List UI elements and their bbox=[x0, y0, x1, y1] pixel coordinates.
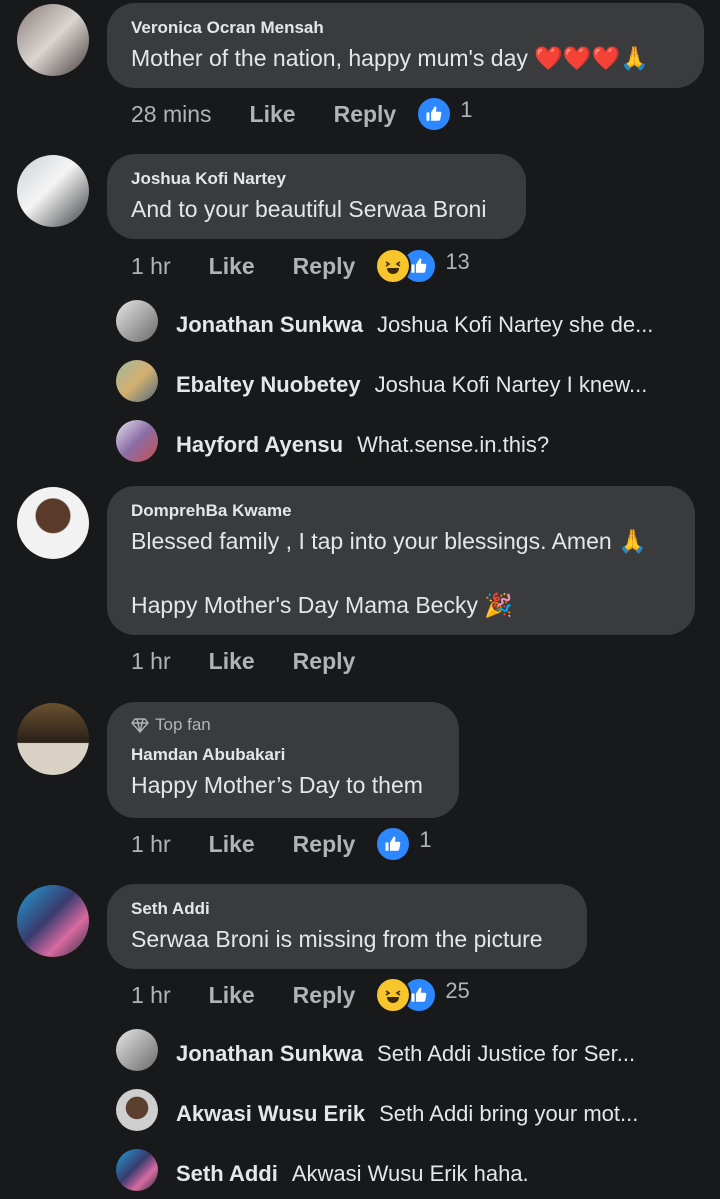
reply-button[interactable]: Reply bbox=[334, 101, 397, 128]
reply-text: Akwasi Wusu Erik haha. bbox=[291, 1161, 529, 1186]
avatar[interactable] bbox=[116, 300, 158, 342]
comment-text: Mother of the nation, happy mum's day ❤️… bbox=[131, 45, 649, 71]
reply-preview[interactable]: Ebaltey Nuobetey Joshua Kofi Nartey I kne… bbox=[0, 360, 720, 410]
comment-actions: 1 hr Like Reply 13 bbox=[131, 248, 470, 284]
like-button[interactable]: Like bbox=[209, 982, 255, 1009]
comment-author[interactable]: DomprehBa Kwame bbox=[131, 500, 671, 522]
comment-text: Happy Mother’s Day to them bbox=[131, 772, 423, 798]
diamond-icon bbox=[131, 718, 149, 733]
reply-button[interactable]: Reply bbox=[293, 648, 356, 675]
comment-author[interactable]: Seth Addi bbox=[131, 898, 563, 920]
comment-bubble[interactable]: Joshua Kofi Nartey And to your beautiful… bbox=[107, 154, 526, 239]
comment-text: Serwaa Broni is missing from the picture bbox=[131, 926, 543, 952]
reaction-count[interactable]: 1 bbox=[419, 827, 431, 853]
comment-author[interactable]: Joshua Kofi Nartey bbox=[131, 168, 502, 190]
comment-actions: 1 hr Like Reply 25 bbox=[131, 977, 470, 1013]
haha-reaction-icon[interactable] bbox=[375, 977, 412, 1013]
avatar[interactable] bbox=[17, 155, 89, 227]
avatar[interactable] bbox=[116, 360, 158, 402]
like-reaction-icon[interactable] bbox=[416, 96, 453, 132]
comment-author[interactable]: Veronica Ocran Mensah bbox=[131, 17, 680, 39]
reply-button[interactable]: Reply bbox=[293, 253, 356, 280]
avatar[interactable] bbox=[116, 1029, 158, 1071]
comment-time[interactable]: 28 mins bbox=[131, 101, 212, 128]
reply-text: Joshua Kofi Nartey she de... bbox=[377, 312, 654, 337]
like-button[interactable]: Like bbox=[209, 648, 255, 675]
avatar[interactable] bbox=[17, 703, 89, 775]
reply-author[interactable]: Ebaltey Nuobetey bbox=[176, 372, 361, 397]
comment-text-line: Blessed family , I tap into your blessin… bbox=[131, 528, 647, 554]
like-button[interactable]: Like bbox=[209, 253, 255, 280]
comment-text: And to your beautiful Serwaa Broni bbox=[131, 196, 487, 222]
reply-author[interactable]: Seth Addi bbox=[176, 1161, 278, 1186]
reply-author[interactable]: Hayford Ayensu bbox=[176, 432, 343, 457]
reply-author[interactable]: Akwasi Wusu Erik bbox=[176, 1101, 365, 1126]
comment-time[interactable]: 1 hr bbox=[131, 982, 171, 1009]
comment-bubble[interactable]: Top fan Hamdan Abubakari Happy Mother’s … bbox=[107, 702, 459, 818]
reply-text: Joshua Kofi Nartey I knew... bbox=[374, 372, 648, 397]
reply-preview[interactable]: Hayford Ayensu What.sense.in.this? bbox=[0, 420, 720, 470]
reply-text: Seth Addi Justice for Ser... bbox=[377, 1041, 636, 1066]
reply-button[interactable]: Reply bbox=[293, 982, 356, 1009]
comment-time[interactable]: 1 hr bbox=[131, 831, 171, 858]
reply-author[interactable]: Jonathan Sunkwa bbox=[176, 312, 363, 337]
comment-actions: 1 hr Like Reply bbox=[131, 648, 375, 675]
comment-bubble[interactable]: Seth Addi Serwaa Broni is missing from t… bbox=[107, 884, 587, 969]
comment-actions: 1 hr Like Reply 1 bbox=[131, 826, 432, 862]
like-button[interactable]: Like bbox=[250, 101, 296, 128]
top-fan-label: Top fan bbox=[155, 715, 211, 734]
reply-text: Seth Addi bring your mot... bbox=[379, 1101, 639, 1126]
avatar[interactable] bbox=[17, 4, 89, 76]
like-reaction-icon[interactable] bbox=[375, 826, 412, 862]
like-button[interactable]: Like bbox=[209, 831, 255, 858]
comment-author[interactable]: Hamdan Abubakari bbox=[131, 744, 435, 766]
avatar[interactable] bbox=[116, 420, 158, 462]
comment-time[interactable]: 1 hr bbox=[131, 253, 171, 280]
reply-preview[interactable]: Jonathan Sunkwa Joshua Kofi Nartey she de… bbox=[0, 300, 720, 350]
reaction-count[interactable]: 1 bbox=[460, 97, 472, 123]
comment-text: Blessed family , I tap into your blessin… bbox=[131, 526, 671, 620]
reply-button[interactable]: Reply bbox=[293, 831, 356, 858]
top-fan-badge: Top fan bbox=[131, 714, 435, 736]
comment-text-line: Happy Mother's Day Mama Becky 🎉 bbox=[131, 592, 513, 618]
reply-preview[interactable]: Akwasi Wusu Erik Seth Addi bring your mot… bbox=[0, 1089, 720, 1139]
comment-time[interactable]: 1 hr bbox=[131, 648, 171, 675]
reaction-count[interactable]: 13 bbox=[445, 249, 469, 275]
reply-text: What.sense.in.this? bbox=[357, 432, 550, 457]
comment-actions: 28 mins Like Reply 1 bbox=[131, 96, 472, 132]
reply-preview[interactable]: Seth Addi Akwasi Wusu Erik haha. bbox=[0, 1149, 720, 1199]
comment-bubble[interactable]: Veronica Ocran Mensah Mother of the nati… bbox=[107, 3, 704, 88]
reply-author[interactable]: Jonathan Sunkwa bbox=[176, 1041, 363, 1066]
avatar[interactable] bbox=[17, 885, 89, 957]
avatar[interactable] bbox=[116, 1149, 158, 1191]
haha-reaction-icon[interactable] bbox=[375, 248, 412, 284]
reply-preview[interactable]: Jonathan Sunkwa Seth Addi Justice for Ser… bbox=[0, 1029, 720, 1079]
comment-bubble[interactable]: DomprehBa Kwame Blessed family , I tap i… bbox=[107, 486, 695, 635]
avatar[interactable] bbox=[17, 487, 89, 559]
avatar[interactable] bbox=[116, 1089, 158, 1131]
reaction-count[interactable]: 25 bbox=[445, 978, 469, 1004]
